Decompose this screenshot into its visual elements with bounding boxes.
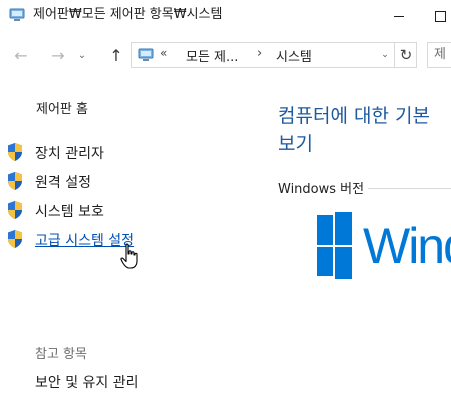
title-bar: 제어판₩모든 제어판 항목₩시스템 — [0, 0, 451, 32]
uac-shield-icon — [8, 172, 22, 190]
arrow-left-icon: ← — [14, 45, 28, 65]
up-button[interactable]: ↑ — [103, 42, 129, 68]
recent-locations-button[interactable]: ⌄ — [74, 42, 90, 68]
refresh-icon: ↻ — [399, 46, 413, 64]
navigation-bar: ← → ⌄ ↑ « 모든 제... › 시스템 ⌄ ↻ 제 — [0, 38, 451, 72]
task-device-manager[interactable]: 장치 관리자 — [6, 140, 246, 162]
address-overflow-button[interactable]: « — [160, 46, 167, 60]
task-label: 장치 관리자 — [35, 146, 104, 162]
logo-tile — [335, 247, 352, 279]
windows-logo: Windows — [317, 212, 451, 280]
uac-shield-icon — [8, 230, 22, 248]
page-title-line-2: 보기 — [278, 133, 313, 155]
hand-pointer-icon — [120, 243, 138, 269]
task-label: 원격 설정 — [35, 175, 91, 191]
address-dropdown-button[interactable]: ⌄ — [378, 48, 392, 62]
breadcrumb-separator[interactable]: › — [257, 46, 262, 61]
back-button[interactable]: ← — [8, 42, 34, 68]
task-system-protection[interactable]: 시스템 보호 — [6, 198, 246, 220]
address-bar[interactable]: « 모든 제... › 시스템 ⌄ ↻ — [131, 42, 417, 68]
task-remote-settings[interactable]: 원격 설정 — [6, 169, 246, 191]
minimize-icon — [394, 15, 404, 17]
breadcrumb-all-items[interactable]: 모든 제... — [186, 46, 238, 65]
arrow-right-icon: → — [51, 45, 65, 65]
breadcrumb-system[interactable]: 시스템 — [276, 46, 312, 65]
minimize-button[interactable] — [376, 0, 422, 32]
control-panel-icon — [9, 8, 25, 21]
page-title: 컴퓨터에 대한 기본 보기 — [278, 102, 450, 158]
control-panel-home-link[interactable]: 제어판 홈 — [36, 98, 88, 117]
page-title-line-1: 컴퓨터에 대한 기본 — [278, 105, 430, 127]
logo-tile — [317, 247, 333, 276]
logo-tile — [335, 212, 352, 245]
task-pane: 제어판 홈 장치 관리자 원격 설정 시스템 보호 고급 시스템 설정 참고 항… — [0, 80, 250, 406]
windows-wordmark: Windows — [363, 218, 451, 274]
see-also-header: 참고 항목 — [35, 347, 87, 362]
refresh-button[interactable]: ↻ — [394, 43, 417, 67]
security-maintenance-link[interactable]: 보안 및 유지 관리 — [35, 372, 139, 392]
maximize-icon — [435, 10, 446, 22]
chevron-down-icon: ⌄ — [381, 50, 389, 60]
logo-tile — [317, 215, 333, 245]
window-title: 제어판₩모든 제어판 항목₩시스템 — [33, 7, 223, 22]
arrow-up-icon: ↑ — [109, 45, 123, 65]
control-panel-window: 제어판₩모든 제어판 항목₩시스템 ← → ⌄ ↑ « 모든 제... › 시스… — [0, 0, 451, 406]
chevron-down-icon: ⌄ — [77, 49, 87, 61]
forward-button[interactable]: → — [45, 42, 71, 68]
maximize-button[interactable] — [422, 0, 451, 32]
task-label: 시스템 보호 — [35, 204, 104, 220]
uac-shield-icon — [8, 201, 22, 219]
control-panel-icon — [138, 48, 154, 61]
uac-shield-icon — [8, 143, 22, 161]
search-input[interactable]: 제 — [427, 42, 451, 68]
windows-edition-header: Windows 버전 — [278, 178, 369, 197]
